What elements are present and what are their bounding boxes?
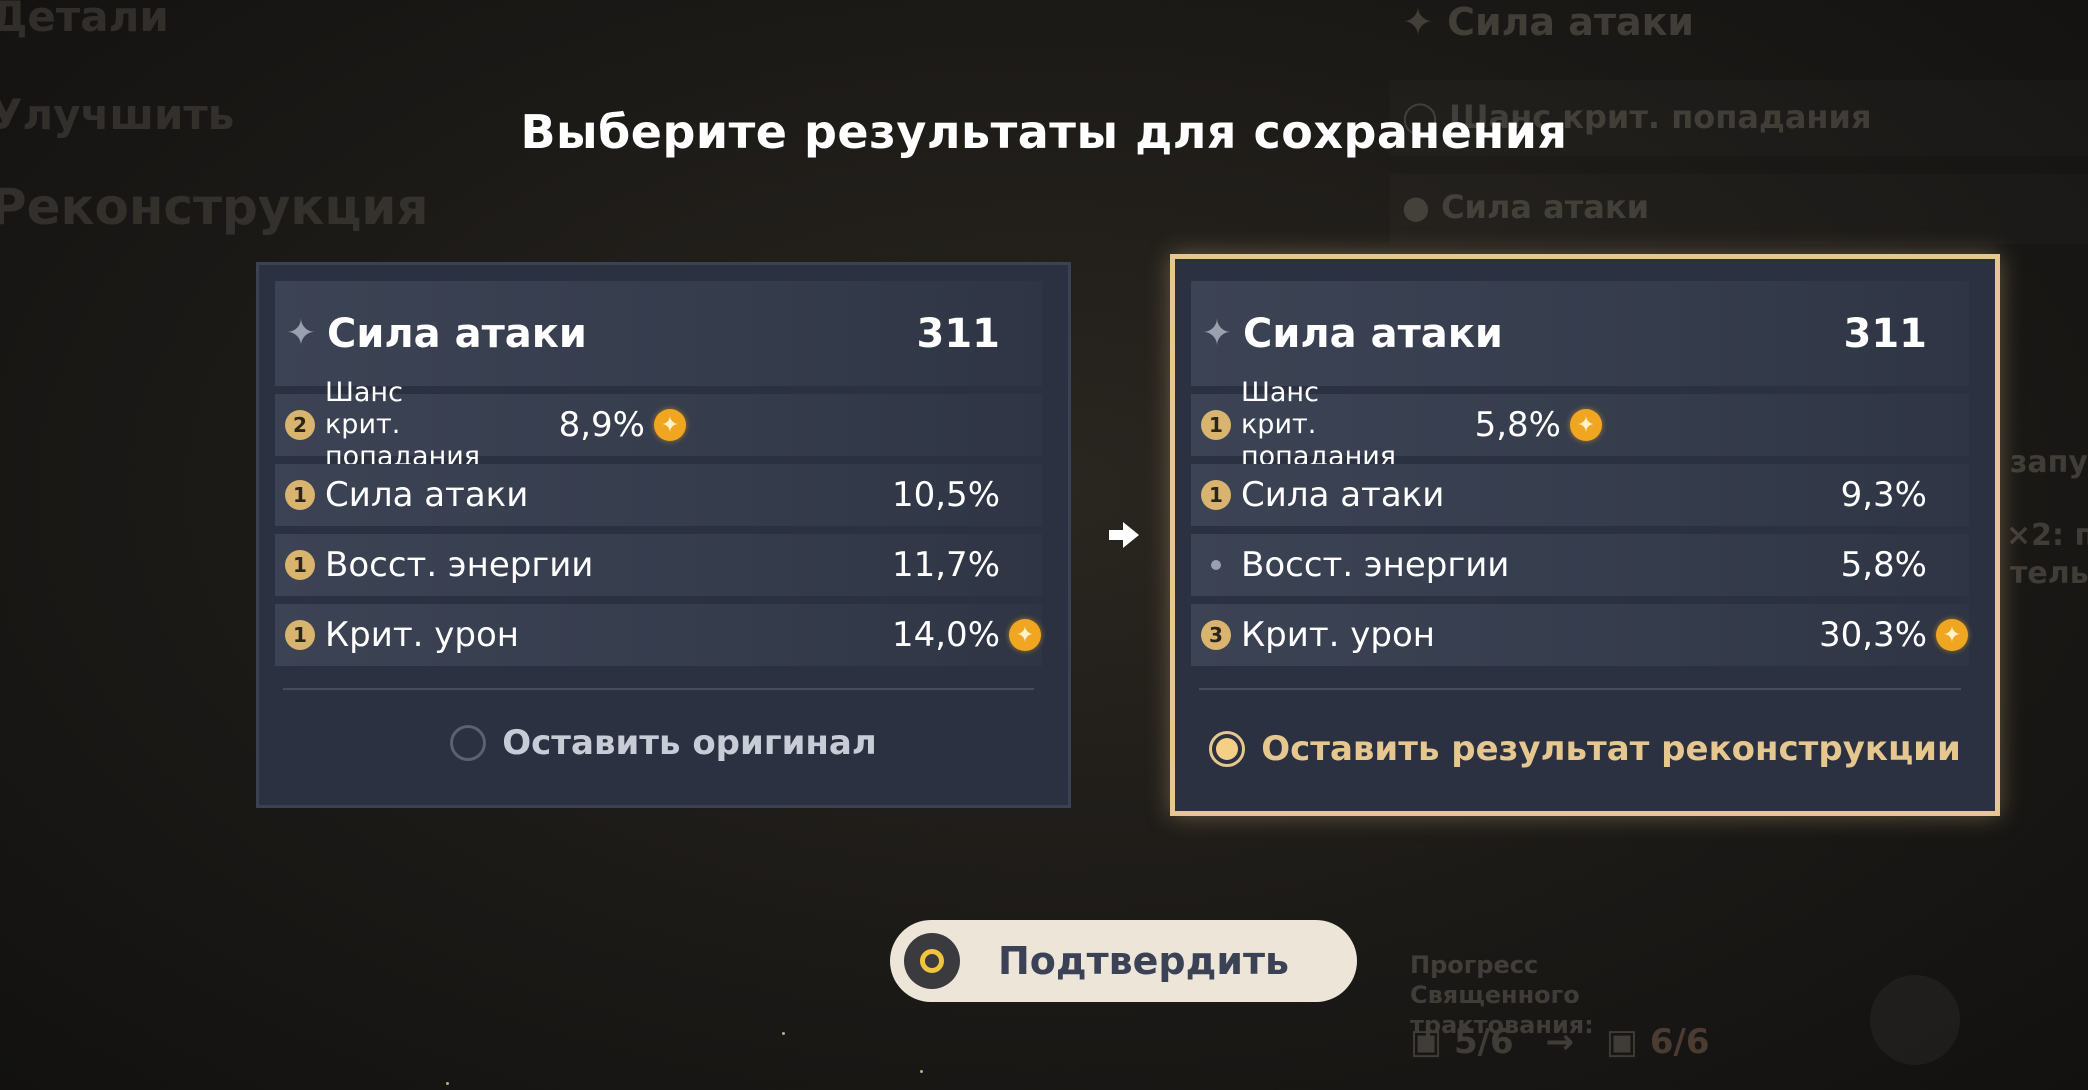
roll-count-badge: 1 <box>285 620 315 650</box>
confirm-button-label: Подтвердить <box>997 939 1289 983</box>
substat-name: Крит. урон <box>1241 615 1435 655</box>
original-result-card[interactable]: ✦ Сила атаки 311 2 Шанс крит. попадания … <box>256 262 1071 808</box>
substat-name: Восст. энергии <box>1241 545 1510 585</box>
divider <box>1199 688 1961 690</box>
roll-count-badge: 1 <box>1201 410 1231 440</box>
sparkle-icon: ✦ <box>285 313 317 354</box>
substat-name: Шанс крит. попадания <box>1241 377 1397 472</box>
roll-count-badge: 1 <box>1201 480 1231 510</box>
main-stat-row: ✦ Сила атаки 311 <box>275 281 1042 386</box>
sparkle-speck <box>446 1082 449 1085</box>
substat-row: 1 Сила атаки 10,5% <box>275 464 1042 526</box>
page-title: Выберите результаты для сохранения <box>520 105 1568 159</box>
bg-side-text-2: ×2: п <box>2006 518 2088 553</box>
substat-value: 30,3% <box>1818 615 1927 655</box>
main-stat-value: 311 <box>1843 310 1928 357</box>
substat-value: 14,0% <box>891 615 1000 655</box>
bg-compass-icon <box>1870 975 1960 1065</box>
crit-star-icon: ✦ <box>654 409 686 441</box>
substat-row: 1 Сила атаки 9,3% <box>1191 464 1969 526</box>
bg-side-text-1: запу <box>2010 445 2088 480</box>
keep-reconstruction-label: Оставить результат реконструкции <box>1261 729 1961 769</box>
substat-row: Восст. энергии 5,8% <box>1191 534 1969 596</box>
substat-name: Сила атаки <box>325 475 529 515</box>
bg-menu-reconstruction: Реконструкция <box>0 178 429 236</box>
roll-count-badge: 1 <box>285 480 315 510</box>
confirm-icon <box>904 933 960 989</box>
bg-stat-main: ✦ Сила атаки <box>1402 0 1695 44</box>
bg-arrow-icon: → <box>1545 1022 1575 1062</box>
substat-value: 5,8% <box>1474 405 1561 445</box>
substat-value: 10,5% <box>891 475 1000 515</box>
keep-reconstruction-option[interactable]: Оставить результат реконструкции <box>1175 729 1995 769</box>
substat-value: 8,9% <box>558 405 645 445</box>
bg-menu-details: Детали <box>0 0 169 41</box>
substat-value: 11,7% <box>891 545 1000 585</box>
substat-row: 1 Восст. энергии 11,7% <box>275 534 1042 596</box>
roll-count-badge: 3 <box>1201 620 1231 650</box>
no-roll-dot-icon <box>1211 560 1221 570</box>
main-stat-name: Сила атаки <box>327 310 587 357</box>
substat-row: 3 Крит. урон 30,3% ✦ <box>1191 604 1969 666</box>
roll-count-badge: 2 <box>285 410 315 440</box>
substat-value: 9,3% <box>1840 475 1927 515</box>
crit-star-icon: ✦ <box>1570 409 1602 441</box>
reconstructed-result-card[interactable]: ✦ Сила атаки 311 1 Шанс крит. попадания … <box>1170 254 2000 816</box>
crit-star-icon: ✦ <box>1009 619 1041 651</box>
main-stat-row: ✦ Сила атаки 311 <box>1191 281 1969 386</box>
keep-original-option[interactable]: Оставить оригинал <box>259 723 1068 763</box>
sparkle-speck <box>920 1070 923 1073</box>
bg-roll-icon: ● <box>1402 188 1442 226</box>
substat-value: 5,8% <box>1840 545 1927 585</box>
crit-star-icon: ✦ <box>1936 619 1968 651</box>
substat-name: Восст. энергии <box>325 545 594 585</box>
substat-row: 1 Крит. урон 14,0% ✦ <box>275 604 1042 666</box>
divider <box>283 688 1034 690</box>
bg-book-icon: ▣ <box>1410 1022 1454 1062</box>
substat-name: Крит. урон <box>325 615 519 655</box>
substat-name: Сила атаки <box>1241 475 1445 515</box>
bg-side-text-3: тельн <box>2010 556 2088 591</box>
bg-progress: ▣ 5/6 → ▣ 6/6 <box>1410 1022 1710 1062</box>
arrow-right-icon <box>1109 522 1139 548</box>
substat-row: 2 Шанс крит. попадания 8,9% ✦ <box>275 377 1042 472</box>
substat-row: 1 Шанс крит. попадания 5,8% ✦ <box>1191 377 1969 472</box>
sparkle-icon: ✦ <box>1201 313 1233 354</box>
bg-stat-atk: ● Сила атаки <box>1402 188 1650 226</box>
roll-count-badge: 1 <box>285 550 315 580</box>
bg-book-icon: ▣ <box>1605 1022 1650 1062</box>
keep-original-label: Оставить оригинал <box>502 723 877 763</box>
radio-selected-icon[interactable] <box>1209 731 1246 767</box>
main-stat-value: 311 <box>916 310 1001 357</box>
bg-sparkle-icon: ✦ <box>1402 0 1448 44</box>
radio-unselected-icon[interactable] <box>450 725 487 761</box>
sparkle-speck <box>782 1032 785 1035</box>
confirm-button[interactable]: Подтвердить <box>890 920 1357 1002</box>
substat-name: Шанс крит. попадания <box>325 377 481 472</box>
main-stat-name: Сила атаки <box>1243 310 1503 357</box>
